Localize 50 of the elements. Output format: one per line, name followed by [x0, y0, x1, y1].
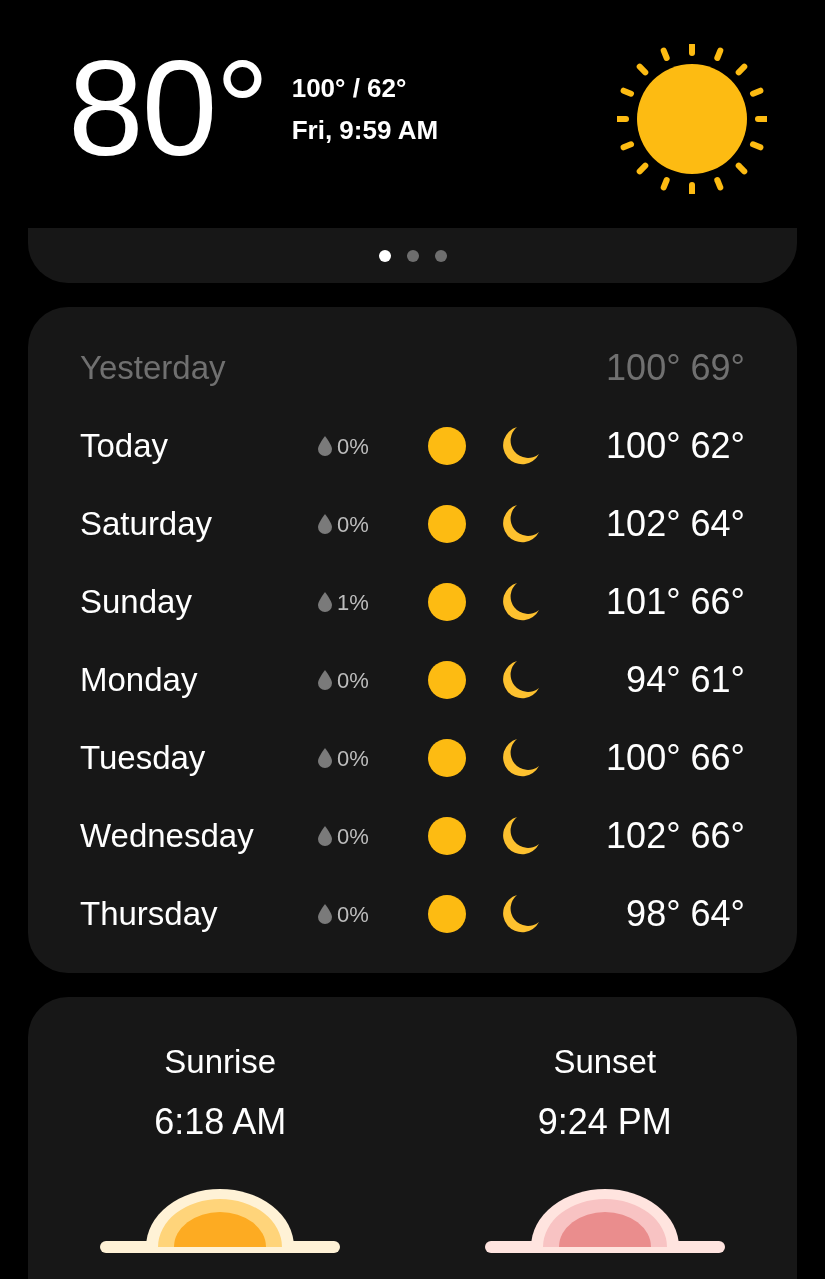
sunrise-icon	[100, 1188, 341, 1253]
day-label: Today	[80, 426, 170, 467]
day-label: Tuesday	[80, 738, 207, 779]
precipitation-chance: 0%	[337, 666, 369, 695]
sunset-icon	[484, 1188, 725, 1253]
current-temperature: 80°	[68, 40, 268, 176]
sun-time: 9:24 PM	[537, 1099, 672, 1144]
drop-icon	[317, 513, 333, 535]
high-low-temperature: 102° 66°	[605, 814, 745, 858]
page-dot[interactable]	[406, 249, 419, 262]
high-low-temperature: 100° 62°	[605, 424, 745, 468]
drop-icon	[317, 825, 333, 847]
day-label: Wednesday	[80, 816, 255, 857]
drop-icon	[317, 903, 333, 925]
day-label: Sunday	[80, 582, 193, 623]
high-low-temperature: 100° 66°	[605, 736, 745, 780]
page-dot[interactable]	[378, 249, 391, 262]
high-low-temperature: 101° 66°	[605, 580, 745, 624]
sun-time-label: Sunset	[553, 1042, 657, 1082]
precipitation-chance: 1%	[337, 588, 369, 617]
sun-icon	[427, 582, 467, 622]
day-label: Saturday	[80, 504, 214, 545]
high-low-temperature: 98° 64°	[625, 892, 745, 936]
sun-icon	[427, 660, 467, 700]
page-dot[interactable]	[434, 249, 447, 262]
sun-icon	[427, 894, 467, 934]
precipitation-chance: 0%	[337, 900, 369, 929]
high-low-temperature: 100° 69°	[605, 346, 745, 390]
sun-icon	[617, 44, 767, 194]
precipitation-chance: 0%	[337, 744, 369, 773]
drop-icon	[317, 591, 333, 613]
precipitation-chance: 0%	[337, 510, 369, 539]
sun-icon	[427, 504, 467, 544]
drop-icon	[317, 435, 333, 457]
day-label: Yesterday	[80, 348, 227, 389]
precipitation-chance: 0%	[337, 432, 369, 461]
precipitation-chance: 0%	[337, 822, 369, 851]
sun-time-label: Sunrise	[164, 1042, 277, 1082]
sun-icon	[427, 816, 467, 856]
day-label: Monday	[80, 660, 199, 701]
drop-icon	[317, 747, 333, 769]
drop-icon	[317, 669, 333, 691]
sun-icon	[427, 738, 467, 778]
high-low-temperature: 94° 61°	[625, 658, 745, 702]
day-label: Thursday	[80, 894, 219, 935]
sun-time: 6:18 AM	[154, 1099, 287, 1144]
high-low-temperature: 100° / 62°	[291, 72, 408, 105]
high-low-temperature: 102° 64°	[605, 502, 745, 546]
date-time: Fri, 9:59 AM	[291, 113, 439, 147]
sun-icon	[427, 426, 467, 466]
